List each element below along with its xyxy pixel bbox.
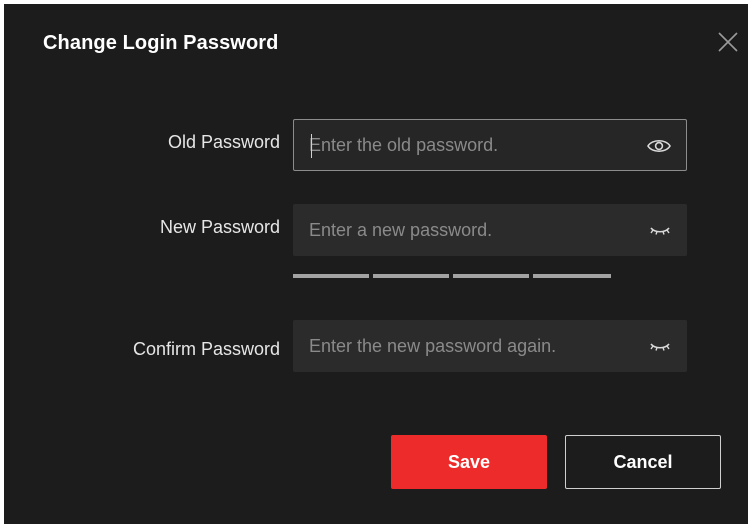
new-password-label: New Password <box>159 217 280 237</box>
new-password-input[interactable] <box>309 204 629 256</box>
strength-segment-4 <box>533 274 611 278</box>
eye-open-icon <box>647 139 671 153</box>
strength-segment-1 <box>293 274 369 278</box>
toggle-visibility-button[interactable] <box>646 134 672 158</box>
dialog-title: Change Login Password <box>43 32 279 54</box>
strength-segment-2 <box>373 274 449 278</box>
strength-segment-3 <box>453 274 529 278</box>
new-password-field[interactable] <box>293 204 687 256</box>
save-button[interactable]: Save <box>391 435 547 489</box>
close-button[interactable] <box>716 30 740 54</box>
confirm-password-field[interactable] <box>293 320 687 372</box>
change-password-dialog: Change Login Password Old Password New P… <box>4 4 748 524</box>
close-icon <box>718 32 738 52</box>
old-password-input[interactable] <box>309 120 629 170</box>
cancel-button[interactable]: Cancel <box>565 435 721 489</box>
toggle-visibility-button[interactable] <box>647 334 673 358</box>
text-caret <box>311 134 312 158</box>
old-password-label: Old Password <box>167 132 280 152</box>
confirm-password-label: Confirm Password <box>132 339 280 359</box>
eye-closed-icon <box>650 227 670 235</box>
old-password-field[interactable] <box>293 119 687 171</box>
toggle-visibility-button[interactable] <box>647 218 673 242</box>
confirm-password-input[interactable] <box>309 320 629 372</box>
eye-closed-icon <box>650 343 670 351</box>
